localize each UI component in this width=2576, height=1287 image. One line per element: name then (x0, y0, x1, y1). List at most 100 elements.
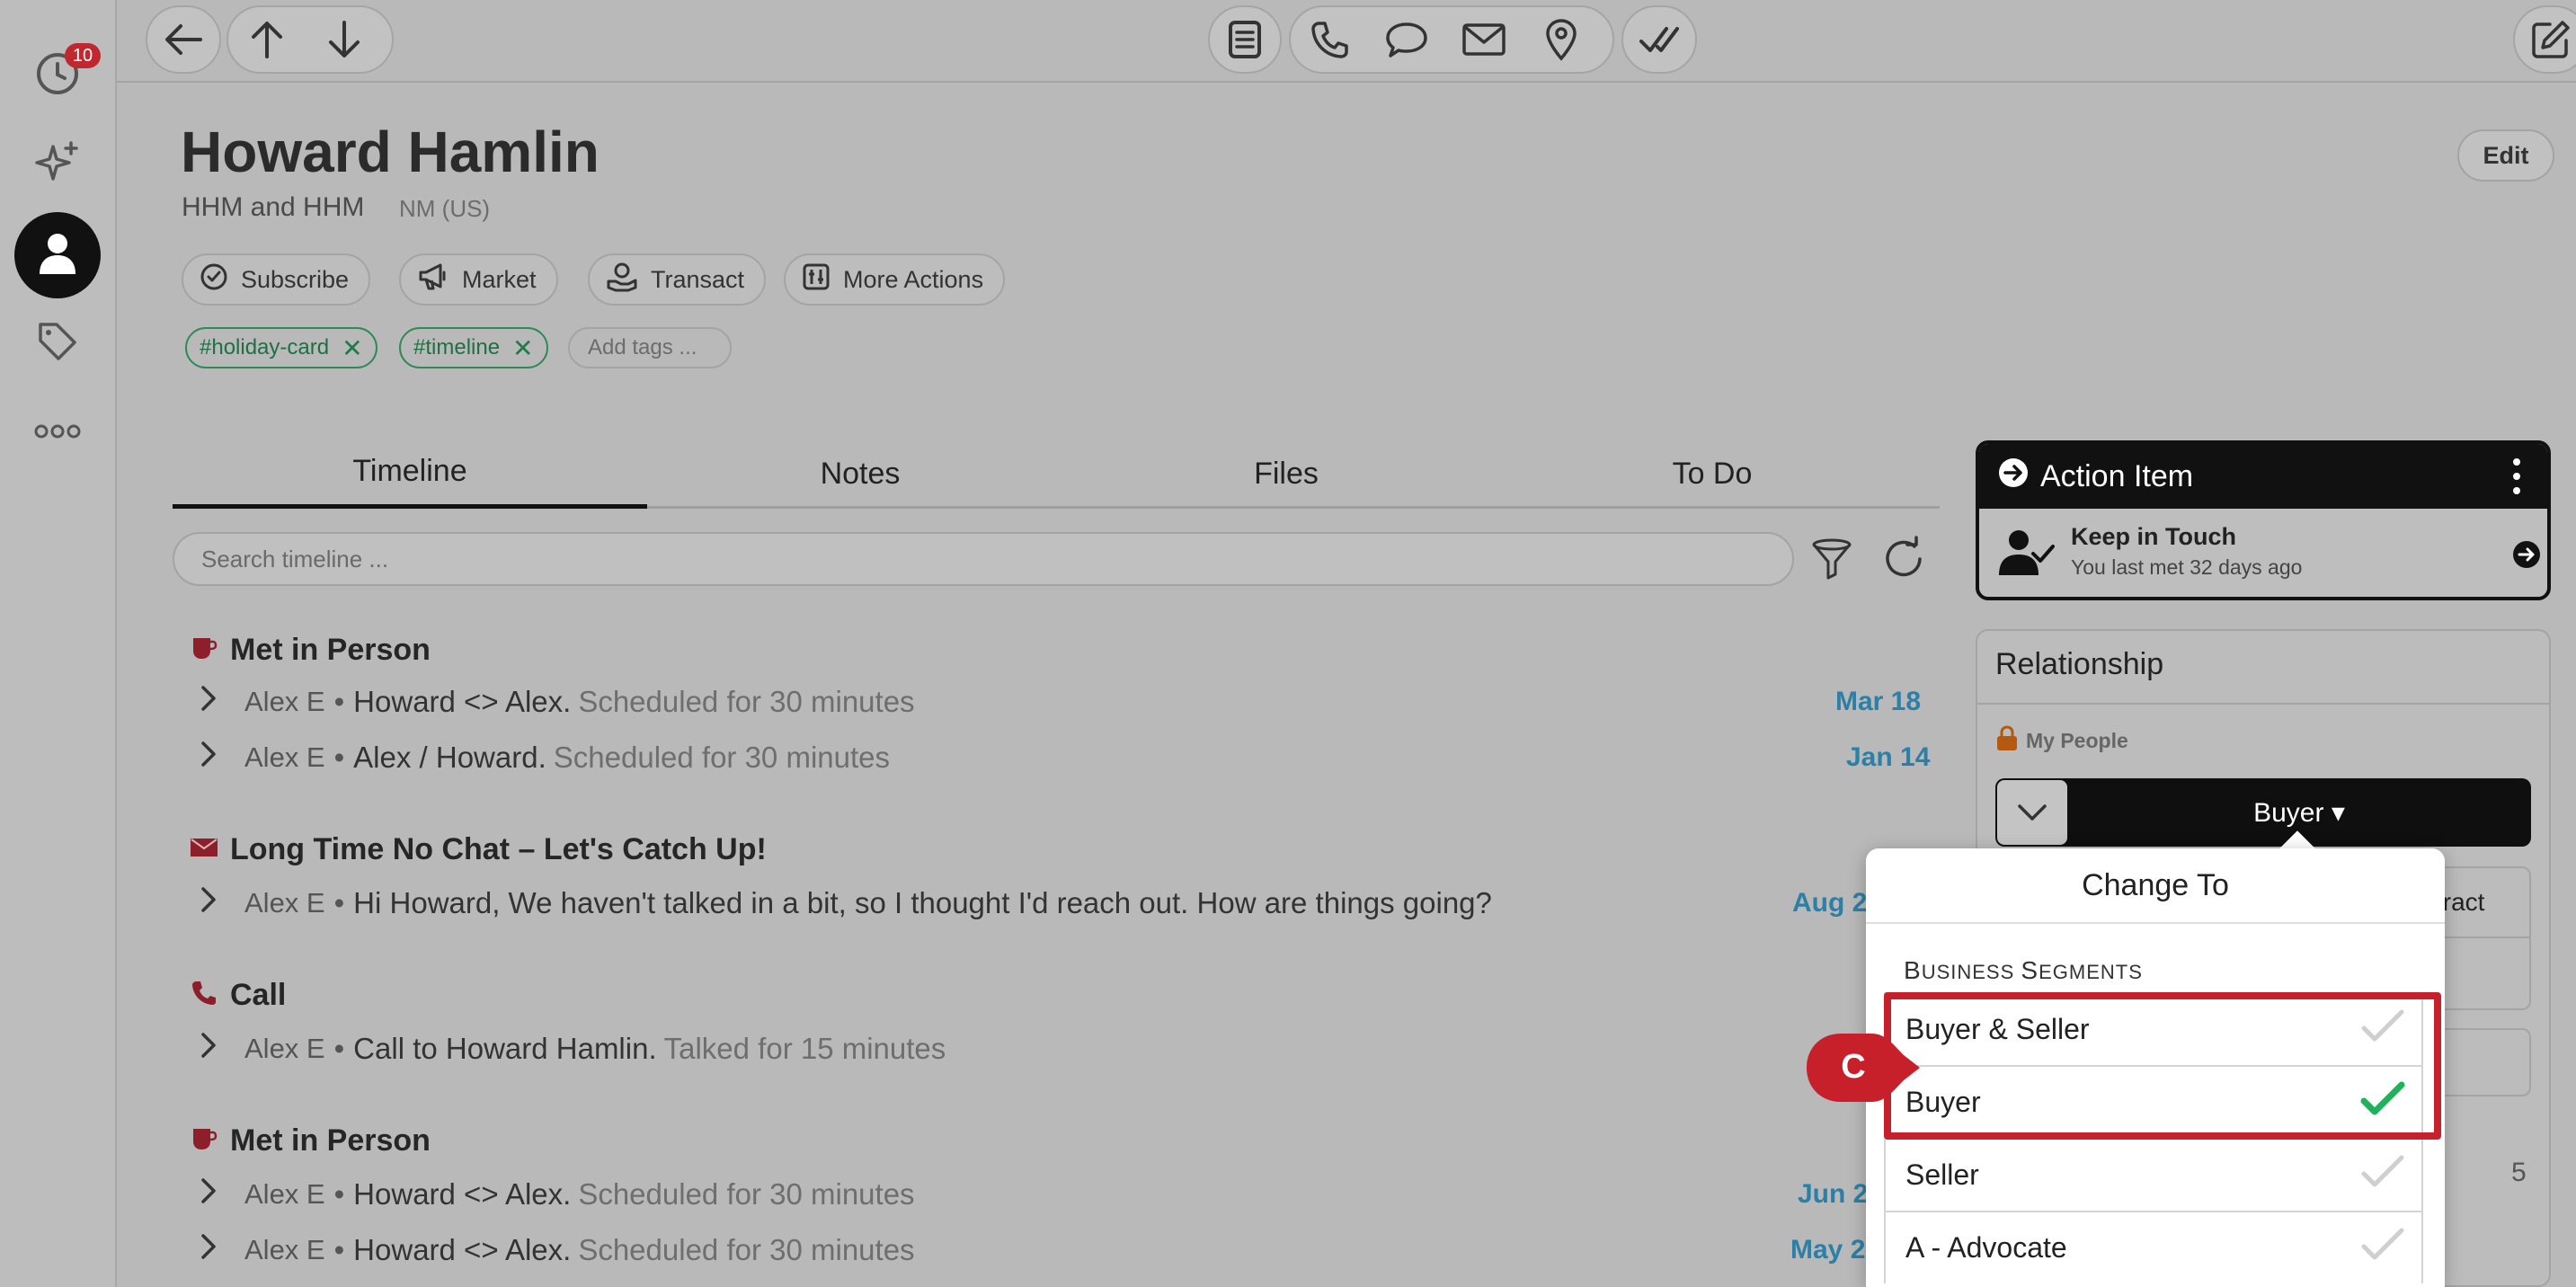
up-arrow-icon[interactable] (228, 5, 306, 74)
tab-timeline[interactable]: Timeline (173, 439, 647, 509)
chevron-right-icon[interactable] (200, 886, 244, 920)
action-item-title: Action Item (2040, 458, 2194, 493)
timeline-text: Hi Howard, We haven't talked in a bit, s… (353, 886, 1492, 919)
transact-button[interactable]: Transact (588, 253, 767, 306)
timeline-row[interactable]: Alex E • Call to Howard Hamlin. Talked fo… (200, 1032, 946, 1066)
timeline-subtext: Scheduled for 30 minutes (578, 1177, 915, 1211)
chevron-right-icon[interactable] (200, 1233, 244, 1267)
timeline-subtext: Scheduled for 30 minutes (578, 1233, 915, 1266)
edit-button[interactable]: Edit (2457, 129, 2554, 182)
chevron-right-icon[interactable] (200, 1032, 244, 1066)
timeline-author: Alex E (244, 1234, 325, 1265)
market-button[interactable]: Market (399, 253, 558, 306)
check-icon (1623, 5, 1695, 74)
down-arrow-icon[interactable] (306, 5, 383, 74)
divider (1977, 703, 2549, 705)
popover-title: Change To (1866, 848, 2445, 924)
timeline-row[interactable]: Alex E • Alex / Howard. Scheduled for 30 … (200, 741, 890, 775)
tab-notes[interactable]: Notes (647, 439, 1073, 509)
section-rest-2: EGMENTS (2039, 961, 2143, 983)
more-button[interactable] (14, 390, 101, 476)
compose-icon (2515, 5, 2576, 74)
ai-button[interactable] (14, 120, 101, 207)
arrow-right-circle-icon[interactable] (2511, 539, 2542, 574)
remove-tag-icon[interactable]: ✕ (342, 333, 362, 363)
compose-button[interactable] (2513, 5, 2576, 74)
chevron-down-icon[interactable] (1997, 780, 2067, 845)
keep-in-touch-title: Keep in Touch (2071, 523, 2237, 550)
timeline-subtext: Talked for 15 minutes (663, 1032, 946, 1065)
contact-company: HHM and HHM (182, 192, 365, 222)
refresh-icon[interactable] (1879, 534, 1929, 584)
person-check-icon (1997, 527, 2055, 583)
location-icon[interactable] (1523, 5, 1600, 74)
section-rest-1: USINESS (1921, 961, 2021, 983)
timeline-row[interactable]: Alex E • Howard <> Alex. Scheduled for 30… (200, 1233, 915, 1267)
timeline-author: Alex E (244, 1178, 325, 1210)
timeline-subtext: Scheduled for 30 minutes (553, 741, 890, 774)
mail-icon[interactable] (1445, 5, 1523, 74)
timeline-author: Alex E (244, 1033, 325, 1064)
notification-badge: 10 (65, 43, 101, 68)
communicate-group (1289, 5, 1614, 74)
timeline-row[interactable]: Alex E • Howard <> Alex. Scheduled for 30… (200, 1177, 915, 1212)
tab-todo[interactable]: To Do (1499, 439, 1925, 509)
count-label: 5 (2511, 1158, 2527, 1187)
phone-icon[interactable] (1291, 5, 1368, 74)
note-button[interactable] (1208, 5, 1282, 74)
back-button[interactable] (146, 5, 221, 74)
chevron-right-icon[interactable] (200, 685, 244, 719)
check-outline-icon (2360, 1154, 2405, 1197)
action-item-card: Action Item Keep in Touch You last met 3… (1976, 440, 2551, 600)
timeline-row[interactable]: Alex E • Howard <> Alex. Scheduled for 30… (200, 685, 915, 719)
chevron-right-icon[interactable] (200, 1177, 244, 1212)
option-label: Seller (1905, 1158, 1979, 1191)
market-label: Market (462, 265, 537, 293)
chevron-right-icon[interactable] (200, 741, 244, 775)
task-button[interactable] (1621, 5, 1697, 74)
filter-icon[interactable] (1808, 534, 1855, 584)
megaphone-icon (417, 262, 449, 297)
keep-in-touch-item[interactable]: Keep in Touch You last met 32 days ago (1979, 509, 2547, 597)
section-header: BUSINESS SEGMENTS (1904, 956, 2143, 985)
lock-icon (1995, 724, 2019, 757)
more-icon (33, 422, 82, 445)
remove-tag-icon[interactable]: ✕ (512, 333, 533, 363)
left-rail: 10 (0, 0, 117, 1287)
contacts-button[interactable] (14, 212, 101, 298)
timeline-author: Alex E (244, 686, 325, 717)
check-outline-icon (2360, 1227, 2405, 1270)
activity-button[interactable]: 10 (14, 31, 101, 117)
subscribe-label: Subscribe (241, 265, 350, 293)
tab-files[interactable]: Files (1073, 439, 1499, 509)
tag-holiday-card[interactable]: #holiday-card ✕ (185, 327, 378, 368)
tag-icon (35, 319, 80, 368)
my-people-label: My People (1995, 724, 2128, 757)
check-circle-icon (200, 262, 228, 297)
keep-in-touch-subtitle: You last met 32 days ago (2071, 555, 2303, 579)
tags-button[interactable] (14, 300, 101, 386)
segment-selector[interactable]: Buyer ▾ (1995, 778, 2531, 847)
sliders-icon (802, 262, 831, 297)
timeline-search-input[interactable]: Search timeline ... (173, 532, 1794, 586)
tag-timeline[interactable]: #timeline ✕ (399, 327, 548, 368)
transact-label: Transact (651, 265, 745, 293)
more-actions-button[interactable]: More Actions (784, 253, 1006, 306)
timeline-date: May 2 (1790, 1235, 1866, 1265)
arrow-circle-icon (1997, 457, 2030, 497)
kebab-menu-icon[interactable] (2511, 457, 2522, 501)
timeline-row[interactable]: Alex E • Hi Howard, We haven't talked in … (200, 886, 1492, 920)
timeline-author: Alex E (244, 887, 325, 919)
add-tags-input[interactable]: Add tags ... (568, 327, 732, 368)
timeline-group-title: Call (230, 978, 287, 1012)
record-nav (227, 5, 394, 74)
timeline-group-title: Met in Person (230, 1123, 431, 1158)
subscribe-button[interactable]: Subscribe (182, 253, 371, 306)
note-icon (1210, 5, 1280, 74)
timeline-text: Howard <> Alex. (353, 685, 572, 718)
callout-marker: C (1805, 1032, 1922, 1108)
option-a-advocate[interactable]: A - Advocate (1884, 1211, 2423, 1283)
option-seller[interactable]: Seller (1884, 1138, 2423, 1211)
more-actions-label: More Actions (843, 265, 984, 293)
chat-icon[interactable] (1368, 5, 1445, 74)
